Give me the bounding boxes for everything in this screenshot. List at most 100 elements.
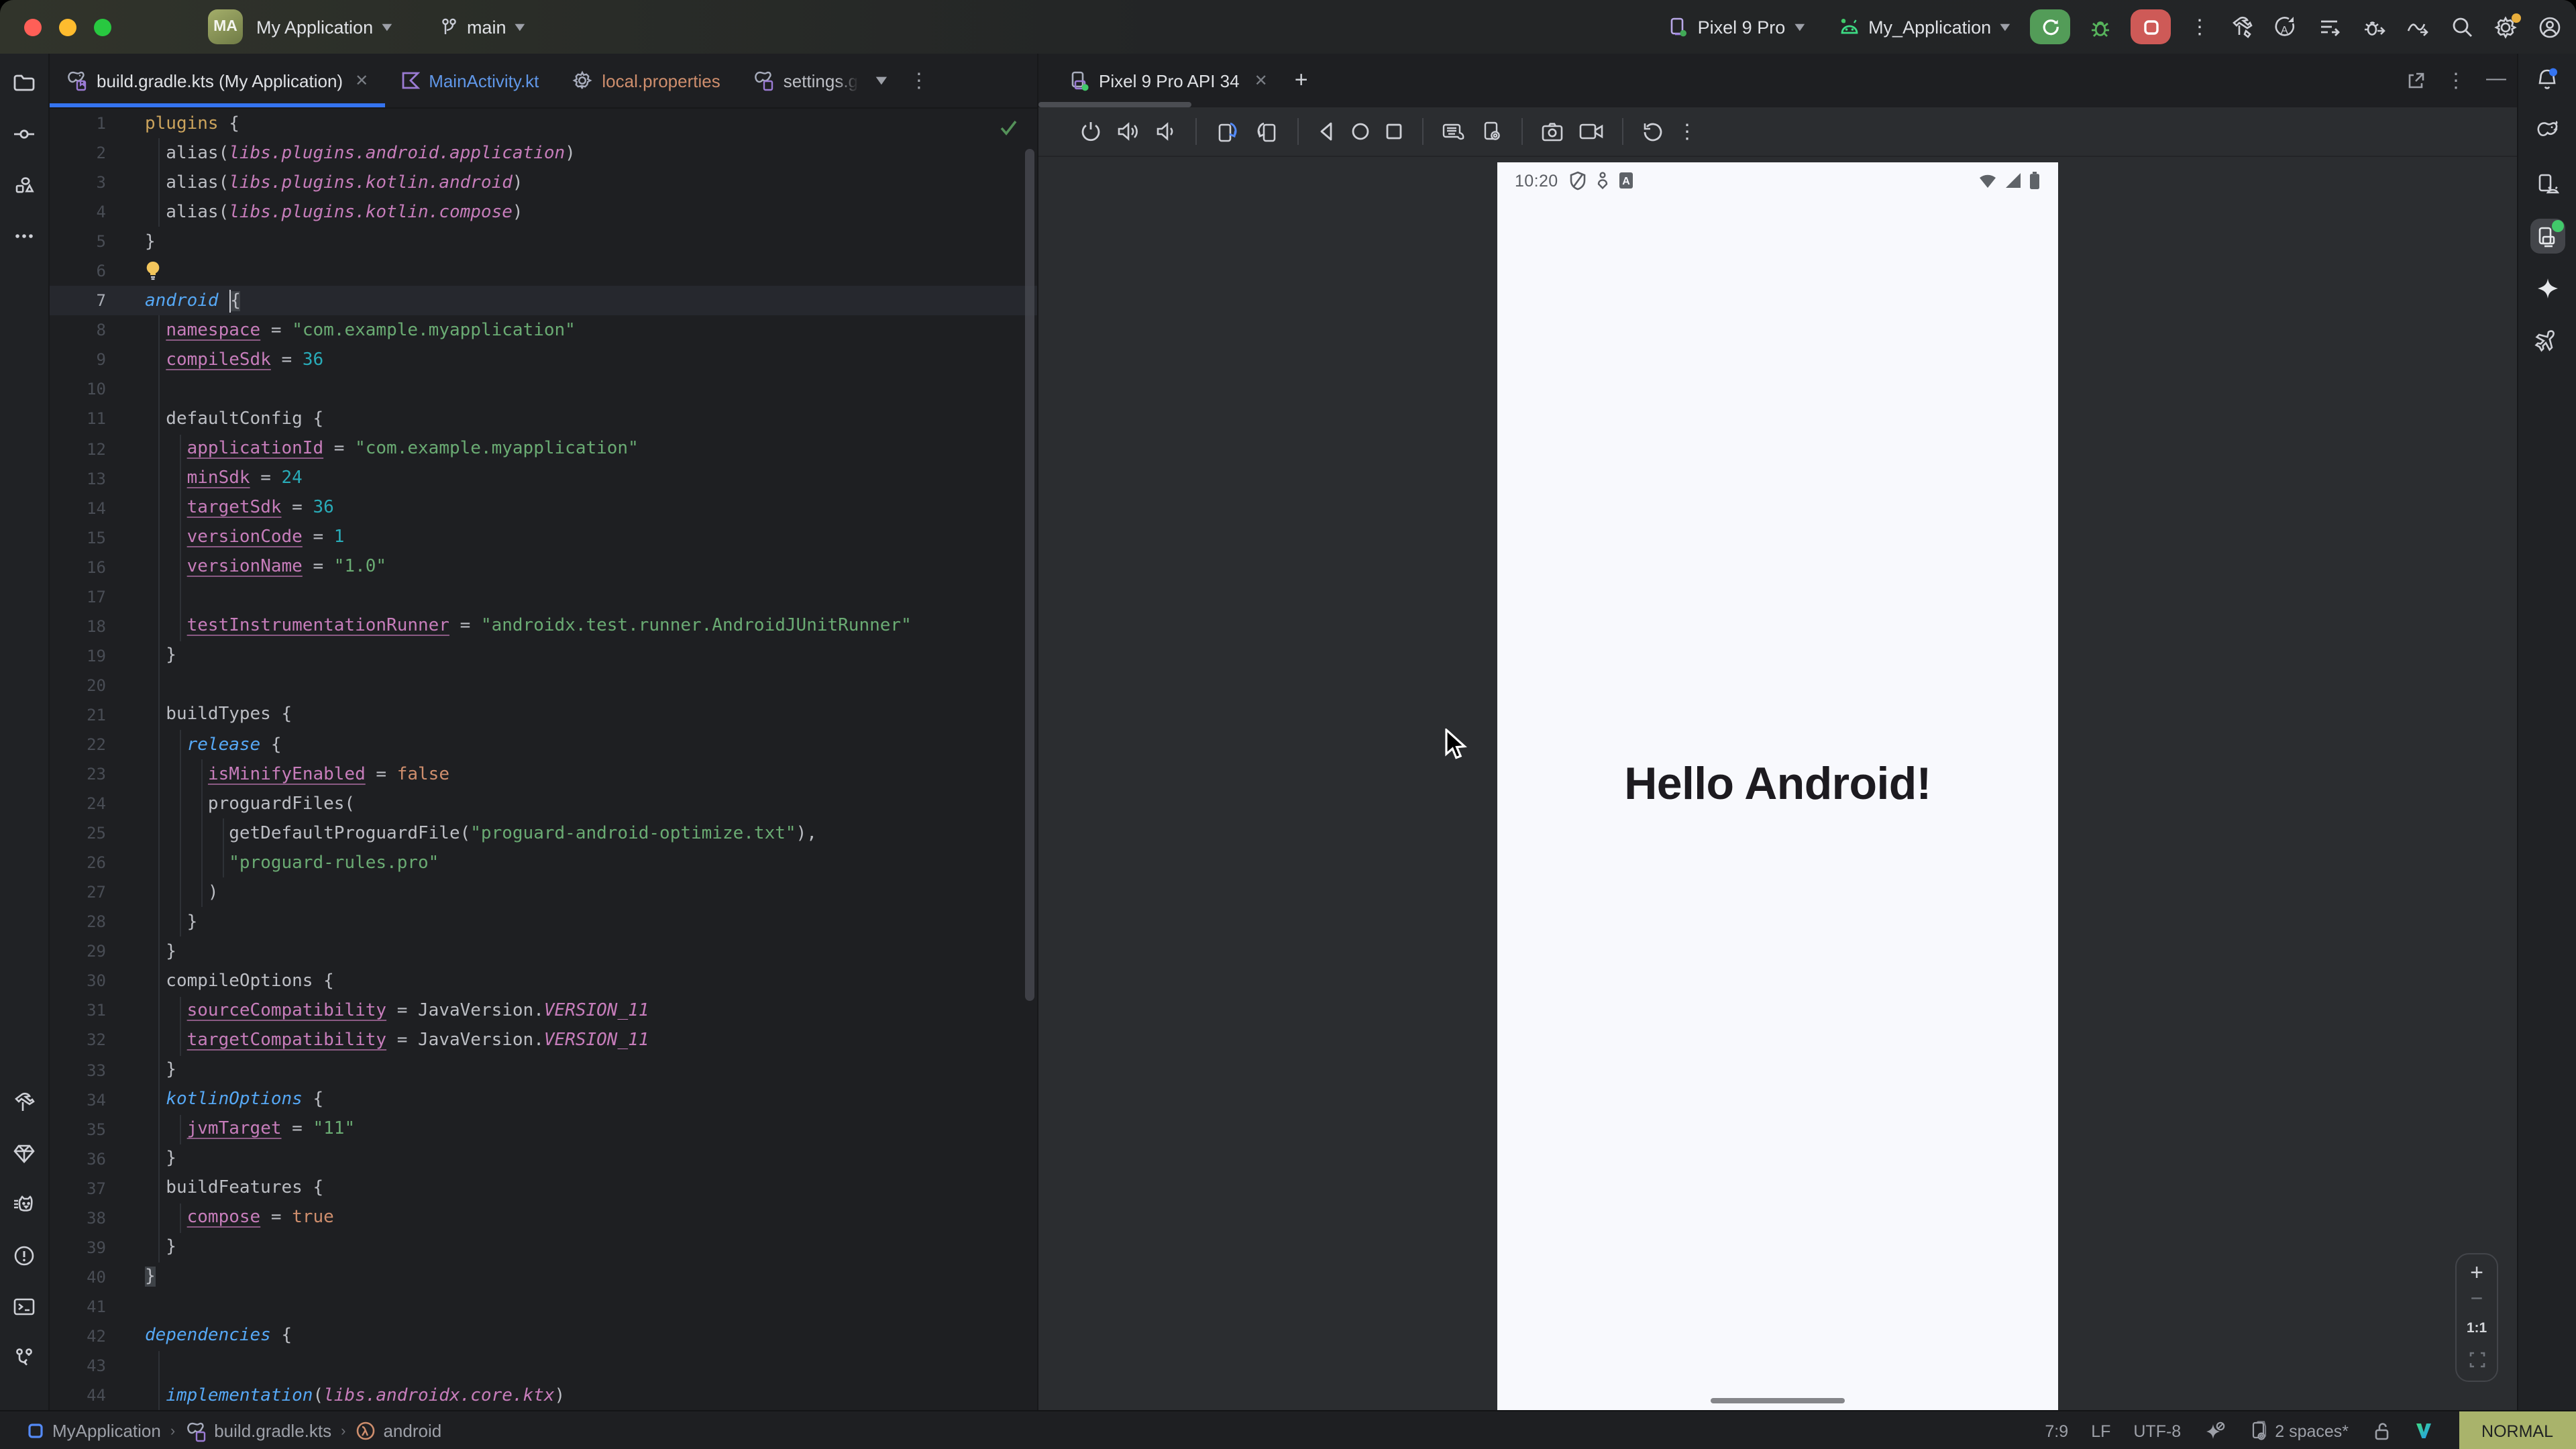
line-number[interactable]: 38 [50, 1209, 106, 1228]
device-settings-button[interactable] [1480, 119, 1504, 144]
line-number[interactable]: 27 [50, 883, 106, 902]
resource-manager-tool-button[interactable] [7, 168, 42, 203]
close-tab-icon[interactable]: ✕ [1254, 71, 1268, 90]
code-line[interactable]: 36 } [50, 1144, 1037, 1173]
code-editor[interactable]: 1plugins {2 alias(libs.plugins.android.a… [50, 109, 1037, 1410]
line-number[interactable]: 4 [50, 203, 106, 221]
logcat-tool-button[interactable] [7, 1187, 42, 1222]
indent-widget[interactable]: 2 spaces* [2248, 1420, 2349, 1442]
breadcrumb-module[interactable]: MyApplication [27, 1421, 161, 1441]
code-line[interactable]: 15 versionCode = 1 [50, 523, 1037, 552]
gemini-tool-button[interactable] [7, 1136, 42, 1171]
breadcrumb-file[interactable]: build.gradle.kts [184, 1420, 331, 1442]
code-line[interactable]: 16 versionName = "1.0" [50, 552, 1037, 582]
screenshot-button[interactable] [1540, 120, 1566, 143]
line-number[interactable]: 3 [50, 173, 106, 192]
zoom-ratio-button[interactable]: 1:1 [2467, 1320, 2487, 1336]
line-number[interactable]: 25 [50, 824, 106, 843]
code-line[interactable]: 28 } [50, 908, 1037, 937]
attach-debugger-button[interactable] [2361, 14, 2387, 40]
stop-button[interactable] [2131, 9, 2171, 44]
line-number[interactable]: 21 [50, 706, 106, 724]
line-number[interactable]: 42 [50, 1327, 106, 1346]
code-line[interactable]: 35 jvmTarget = "11" [50, 1114, 1037, 1144]
profiler-button[interactable] [2406, 14, 2431, 40]
screen-record-button[interactable] [1578, 121, 1605, 142]
fit-to-window-button[interactable] [2468, 1351, 2485, 1368]
back-button[interactable] [1316, 121, 1338, 142]
code-line[interactable]: 27 ) [50, 877, 1037, 907]
line-number[interactable]: 23 [50, 765, 106, 784]
code-line[interactable]: 7android { [50, 286, 1037, 316]
code-line[interactable]: 26 "proguard-rules.pro" [50, 848, 1037, 877]
code-line[interactable]: 6 [50, 256, 1037, 286]
commit-tool-button[interactable] [7, 117, 42, 152]
code-line[interactable]: 12 applicationId = "com.example.myapplic… [50, 434, 1037, 464]
rerun-button[interactable] [2030, 9, 2070, 44]
tab-settings-gradle[interactable]: settings.g [737, 54, 861, 107]
close-window-button[interactable] [24, 18, 42, 36]
vim-mode-badge[interactable]: NORMAL [2459, 1411, 2576, 1449]
code-line[interactable]: 44 implementation(libs.androidx.core.ktx… [50, 1381, 1037, 1410]
zoom-out-button[interactable]: − [2471, 1295, 2483, 1305]
line-number[interactable]: 1 [50, 114, 106, 133]
gradle-tool-button[interactable] [2530, 114, 2565, 149]
code-line[interactable]: 8 namespace = "com.example.myapplication… [50, 316, 1037, 345]
inspection-ok-icon[interactable] [1000, 119, 1018, 136]
breadcrumb-element[interactable]: android [355, 1421, 441, 1441]
tab-pixel-9-pro-api-34[interactable]: Pixel 9 Pro API 34 ✕ [1038, 69, 1281, 92]
line-number[interactable]: 6 [50, 262, 106, 281]
build-tool-button[interactable] [7, 1085, 42, 1120]
run-configuration-selector[interactable]: My_Application ▼ [1837, 17, 2011, 37]
code-line[interactable]: 20 [50, 671, 1037, 700]
restart-button[interactable] [1641, 119, 1665, 144]
gemini-sparkle-tool-button[interactable] [2530, 271, 2565, 306]
project-selector[interactable]: My Application ▼ [256, 17, 393, 37]
code-line[interactable]: 24 proguardFiles( [50, 789, 1037, 818]
code-line[interactable]: 25 getDefaultProguardFile("proguard-andr… [50, 818, 1037, 848]
code-line[interactable]: 13 minSdk = 24 [50, 464, 1037, 493]
open-in-window-icon[interactable] [2406, 70, 2426, 91]
line-number[interactable]: 43 [50, 1356, 106, 1375]
line-number[interactable]: 15 [50, 528, 106, 547]
line-number[interactable]: 33 [50, 1061, 106, 1079]
line-number[interactable]: 26 [50, 853, 106, 872]
line-number[interactable]: 36 [50, 1149, 106, 1168]
line-number[interactable]: 7 [50, 292, 106, 311]
code-line[interactable]: 9 compileSdk = 36 [50, 345, 1037, 375]
code-line[interactable]: 32 targetCompatibility = JavaVersion.VER… [50, 1026, 1037, 1055]
tab-build-gradle-kts[interactable]: build.gradle.kts (My Application) ✕ [50, 54, 384, 107]
intention-bulb-icon[interactable] [145, 261, 161, 282]
code-line[interactable]: 40} [50, 1263, 1037, 1292]
line-number[interactable]: 37 [50, 1179, 106, 1197]
line-number[interactable]: 39 [50, 1238, 106, 1257]
code-line[interactable]: 34 kotlinOptions { [50, 1085, 1037, 1114]
close-tab-icon[interactable]: ✕ [355, 71, 368, 90]
line-number[interactable]: 32 [50, 1031, 106, 1050]
power-button[interactable] [1079, 119, 1103, 144]
tab-local-properties[interactable]: local.properties [555, 54, 736, 107]
apply-code-changes-button[interactable] [2317, 14, 2343, 40]
editor-scrollbar[interactable] [1025, 149, 1034, 1001]
device-selector[interactable]: Pixel 9 Pro ▼ [1668, 15, 1805, 38]
line-number[interactable]: 20 [50, 676, 106, 695]
code-line[interactable]: 39 } [50, 1233, 1037, 1263]
tab-options-icon[interactable]: ⋮ [909, 68, 929, 93]
code-line[interactable]: 29 } [50, 937, 1037, 967]
tab-list-chevron-icon[interactable]: ▼ [871, 73, 890, 88]
line-number[interactable]: 22 [50, 735, 106, 754]
code-line[interactable]: 37 buildFeatures { [50, 1173, 1037, 1203]
encoding-widget[interactable]: UTF-8 [2133, 1421, 2181, 1440]
ai-assistant-disabled-icon[interactable] [2204, 1420, 2225, 1442]
code-line[interactable]: 38 compose = true [50, 1203, 1037, 1232]
line-number[interactable]: 5 [50, 232, 106, 251]
code-line[interactable]: 21 buildTypes { [50, 700, 1037, 730]
unlocked-icon[interactable] [2371, 1420, 2390, 1442]
line-number[interactable]: 28 [50, 913, 106, 932]
notifications-bell-button[interactable] [2530, 62, 2565, 97]
tab-scrollbar[interactable] [1038, 102, 1191, 107]
more-tool-windows-button[interactable] [7, 219, 42, 254]
code-line[interactable]: 11 defaultConfig { [50, 405, 1037, 434]
line-number[interactable]: 44 [50, 1386, 106, 1405]
hide-panel-icon[interactable]: — [2486, 66, 2506, 89]
